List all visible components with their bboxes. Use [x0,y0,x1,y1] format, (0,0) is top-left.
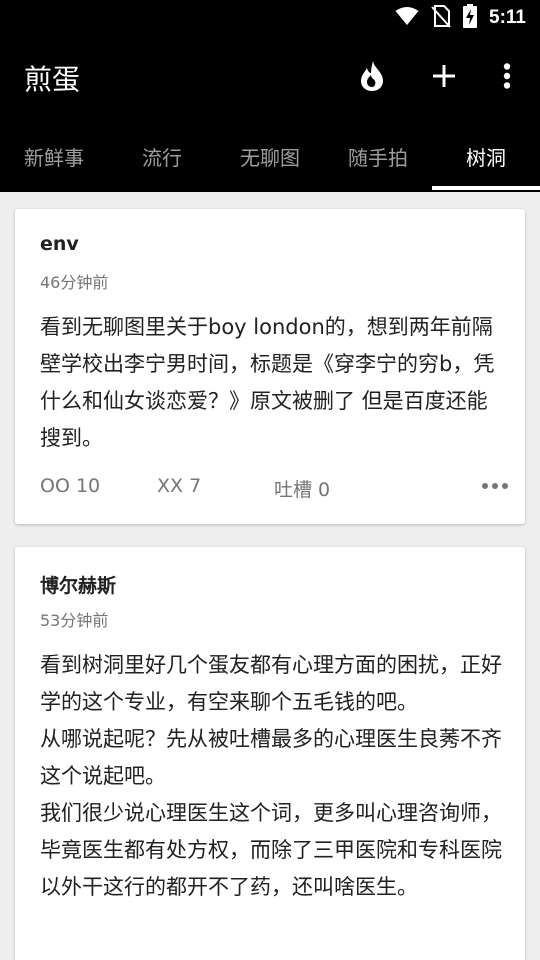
oo-button[interactable]: OO 10 [40,475,100,497]
add-button[interactable] [424,58,464,98]
more-horiz-icon[interactable] [482,483,508,489]
battery-charging-icon [463,4,478,32]
post-time: 53分钟前 [40,611,109,630]
status-bar: 5:11 [0,0,540,36]
tab-boring-pics[interactable]: 无聊图 [216,120,324,192]
feed[interactable]: env 46分钟前 看到无聊图里关于boy london的，想到两年前隔壁学校出… [0,192,540,960]
post-card[interactable]: env 46分钟前 看到无聊图里关于boy london的，想到两年前隔壁学校出… [15,209,525,524]
tab-snapshots[interactable]: 随手拍 [324,120,432,192]
post-time: 46分钟前 [40,273,109,292]
tab-popular[interactable]: 流行 [108,120,216,192]
post-author: env [40,233,79,255]
hot-icon [359,60,385,96]
tab-bar: 新鲜事 流行 无聊图 随手拍 树洞 [0,120,540,192]
add-icon [432,64,456,92]
hot-button[interactable] [352,58,392,98]
tab-news[interactable]: 新鲜事 [0,120,108,192]
more-vert-icon [503,63,511,93]
no-sim-icon [431,4,451,32]
status-time: 5:11 [489,7,526,28]
post-content: 看到树洞里好几个蛋友都有心理方面的困扰，正好学的这个专业，有空来聊个五毛钱的吧。… [40,653,502,899]
tab-tree-hole[interactable]: 树洞 [432,120,540,192]
post-footer: OO 10 XX 7 吐槽 0 [40,475,508,505]
post-author: 博尔赫斯 [40,575,117,597]
post-content: 看到无聊图里关于boy london的，想到两年前隔壁学校出李宁男时间，标题是《… [40,315,495,450]
app-bar: 煎蛋 [0,36,540,120]
wifi-icon [395,6,419,30]
tab-indicator [432,186,540,190]
post-card[interactable]: 博尔赫斯 53分钟前 看到树洞里好几个蛋友都有心理方面的困扰，正好学的这个专业，… [15,547,525,960]
xx-button[interactable]: XX 7 [157,475,201,497]
more-button[interactable] [487,58,527,98]
status-icons: 5:11 [395,0,526,36]
comment-button[interactable]: 吐槽 0 [274,475,330,502]
app-title: 煎蛋 [24,63,81,96]
